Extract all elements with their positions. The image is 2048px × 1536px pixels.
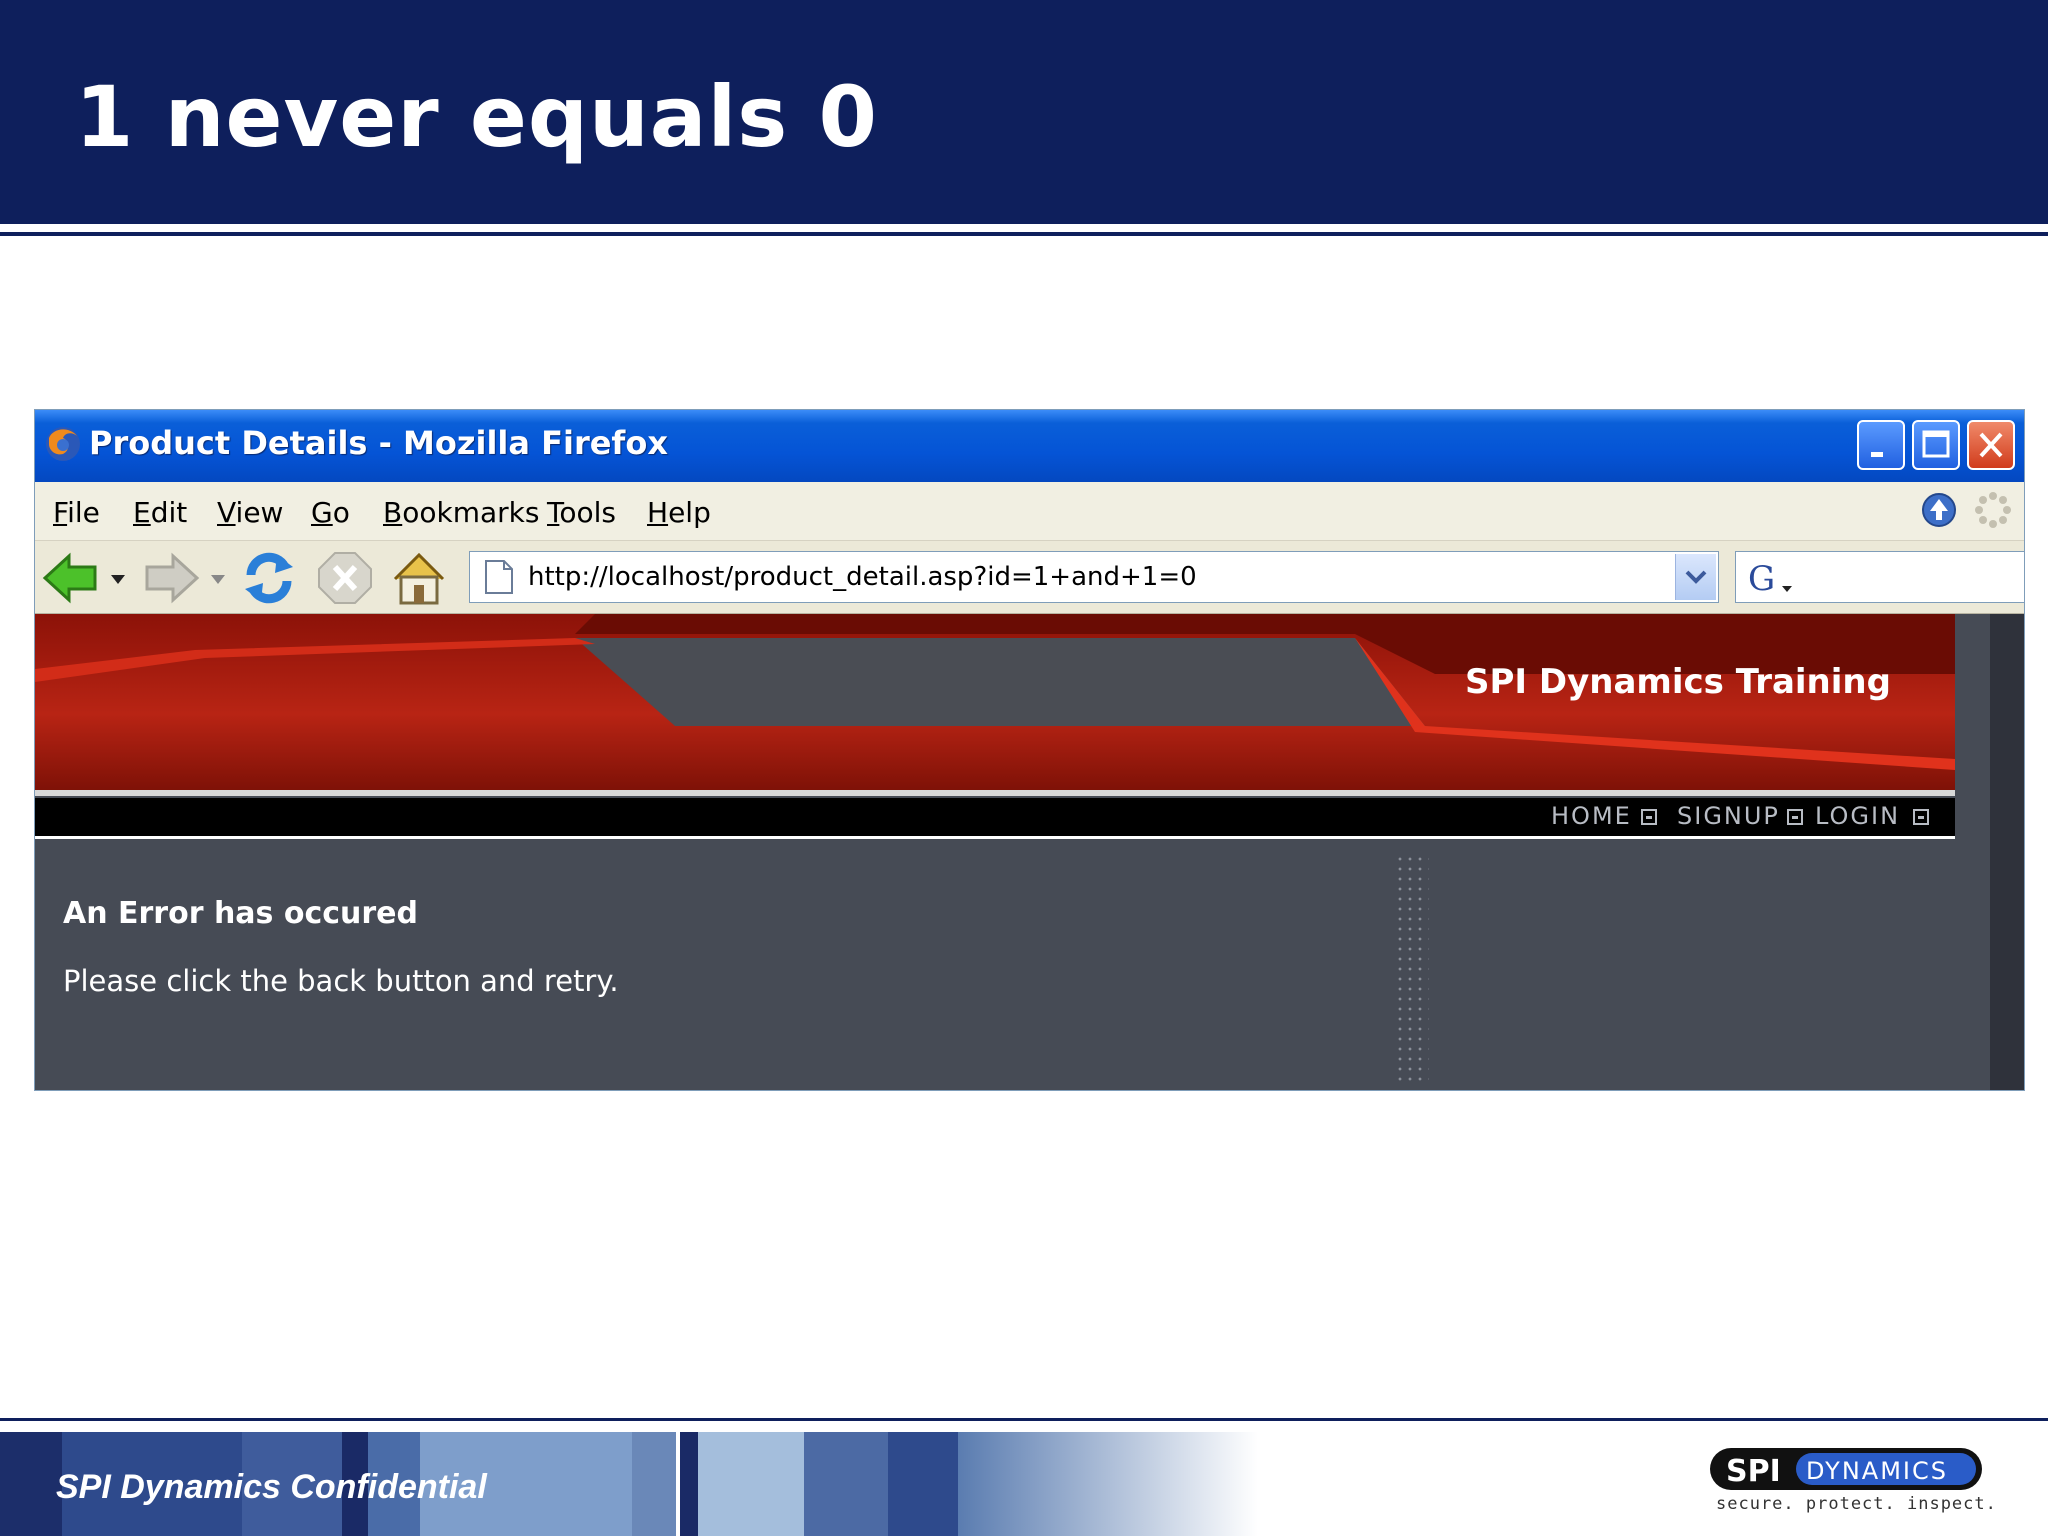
banner-artwork — [35, 614, 1955, 796]
slide-header: 1 never equals 0 — [0, 0, 2048, 224]
logo-tagline: secure. protect. inspect. — [1716, 1494, 1997, 1514]
window-titlebar[interactable]: Product Details - Mozilla Firefox — [35, 410, 2024, 482]
forward-history-dropdown[interactable] — [211, 575, 225, 585]
brand-mark-icon — [1845, 634, 1955, 796]
update-icon[interactable] — [1919, 490, 1959, 530]
close-button[interactable] — [1967, 420, 2015, 470]
svg-text:G: G — [1748, 559, 1775, 598]
maximize-button[interactable] — [1912, 420, 1960, 470]
close-icon — [1979, 432, 2003, 458]
url-text[interactable]: http://localhost/product_detail.asp?id=1… — [528, 562, 1197, 592]
footer-divider — [0, 1418, 2048, 1421]
logo-word-right: DYNAMICS — [1806, 1457, 1948, 1485]
nav-bullet-icon — [1913, 809, 1929, 825]
logo-word-left: SPI — [1726, 1454, 1781, 1489]
menu-tools[interactable]: Tools — [547, 496, 616, 529]
browser-window: Product Details - Mozilla Firefox File E… — [34, 409, 2025, 1091]
site-nav: HOME SIGNUP LOGIN — [35, 798, 1955, 839]
navigation-toolbar: http://localhost/product_detail.asp?id=1… — [35, 541, 2024, 614]
home-icon[interactable] — [389, 549, 449, 607]
nav-home[interactable]: HOME — [1551, 802, 1632, 830]
menu-bookmarks[interactable]: Bookmarks — [383, 496, 539, 529]
url-history-dropdown[interactable] — [1675, 554, 1716, 600]
stop-icon[interactable] — [315, 549, 375, 607]
menu-edit[interactable]: Edit — [133, 496, 187, 529]
web-page-content: SPI Dynamics Training HOME SIGNUP LOGIN … — [35, 614, 1990, 1090]
firefox-icon — [46, 427, 80, 461]
menu-bar: File Edit View Go Bookmarks Tools Help — [35, 482, 2024, 541]
minimize-button[interactable] — [1857, 420, 1905, 470]
error-heading: An Error has occured — [63, 896, 419, 931]
slide-title: 1 never equals 0 — [75, 68, 878, 166]
back-history-dropdown[interactable] — [111, 575, 125, 585]
header-divider — [0, 224, 2048, 232]
footer-confidential: SPI Dynamics Confidential — [56, 1468, 487, 1506]
address-bar[interactable]: http://localhost/product_detail.asp?id=1… — [469, 551, 1719, 603]
menu-go[interactable]: Go — [311, 496, 350, 529]
minimize-icon — [1871, 452, 1883, 457]
search-box[interactable]: G — [1735, 551, 2024, 603]
menu-help[interactable]: Help — [647, 496, 711, 529]
chevron-down-icon — [1685, 570, 1707, 584]
nav-bullet-icon — [1787, 809, 1803, 825]
throbber-icon — [1975, 492, 2011, 528]
nav-login[interactable]: LOGIN — [1815, 802, 1900, 830]
menu-view[interactable]: View — [217, 496, 283, 529]
maximize-icon — [1922, 430, 1950, 458]
site-brand: SPI Dynamics Training — [1465, 662, 1891, 702]
page-icon — [485, 560, 513, 594]
google-search-icon[interactable]: G — [1746, 558, 1796, 598]
page-side-panel — [1990, 614, 2024, 1090]
nav-bullet-icon — [1641, 809, 1657, 825]
header-divider-line — [0, 232, 2048, 236]
menu-file[interactable]: File — [53, 496, 100, 529]
reload-icon[interactable] — [239, 549, 299, 607]
forward-arrow-icon[interactable] — [141, 549, 201, 607]
back-arrow-icon[interactable] — [41, 549, 101, 607]
error-message: Please click the back button and retry. — [63, 964, 619, 998]
site-banner: SPI Dynamics Training — [35, 614, 1955, 796]
dotted-divider — [1395, 854, 1429, 1086]
window-title: Product Details - Mozilla Firefox — [89, 424, 668, 462]
nav-signup[interactable]: SIGNUP — [1677, 802, 1780, 830]
